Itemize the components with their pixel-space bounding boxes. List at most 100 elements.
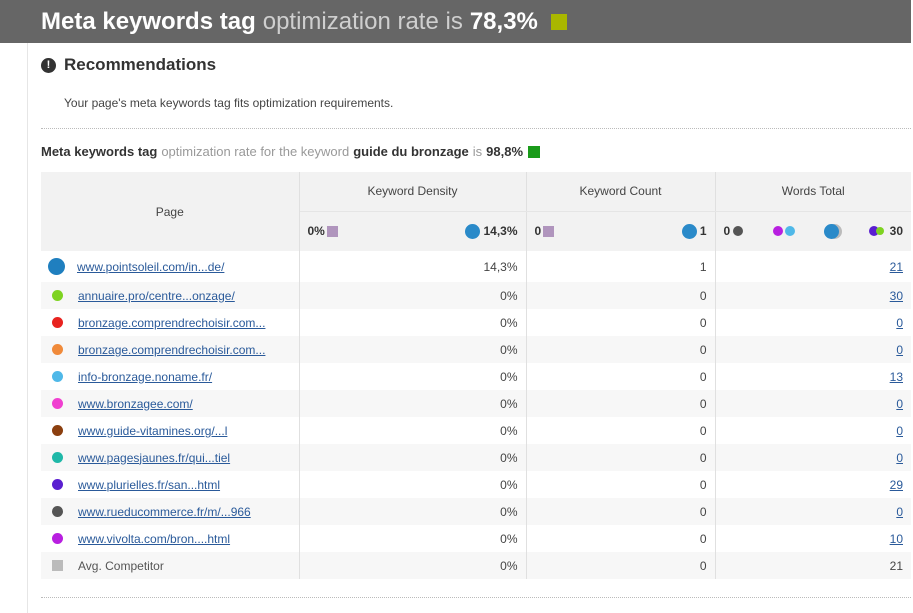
words-cell: 21 xyxy=(715,251,911,282)
table-row: www.pointsoleil.com/in...de/14,3% 1 21 xyxy=(41,251,911,282)
words-total-link[interactable]: 0 xyxy=(896,505,903,519)
words-cell: 0 xyxy=(715,390,911,417)
page-header: Meta keywords tag optimization rate is 7… xyxy=(0,0,911,43)
words-total-link[interactable]: 0 xyxy=(896,397,903,411)
words-total-link[interactable]: 21 xyxy=(890,260,903,274)
series-color-dot xyxy=(52,398,63,409)
col-header-density: Keyword Density xyxy=(299,172,527,212)
words-max: 30 xyxy=(889,224,903,239)
table-row: www.vivolta.com/bron....html 0% 0 10 xyxy=(41,525,911,552)
count-cell: 0 xyxy=(526,336,716,363)
count-cell: 0 xyxy=(526,282,716,309)
page-cell: info-bronzage.noname.fr/ xyxy=(41,363,300,390)
page-cell: bronzage.comprendrechoisir.com... xyxy=(41,309,300,336)
count-cell: 0 xyxy=(526,417,716,444)
page-link[interactable]: www.vivolta.com/bron....html xyxy=(78,532,230,546)
series-color-dot xyxy=(52,317,63,328)
page-link[interactable]: bronzage.comprendrechoisir.com... xyxy=(78,343,265,357)
words-cell: 0 xyxy=(715,417,911,444)
page-link[interactable]: www.pagesjaunes.fr/qui...tiel xyxy=(78,451,230,465)
density-cell: 0% xyxy=(299,498,527,525)
density-cell: 0% xyxy=(299,417,527,444)
series-color-dot xyxy=(52,506,63,517)
density-cell: 0% xyxy=(299,282,527,309)
series-color-dot xyxy=(48,258,65,275)
content-border xyxy=(27,43,28,613)
words-total-link[interactable]: 0 xyxy=(896,451,903,465)
density-cell: 0% xyxy=(299,309,527,336)
count-cell: 0 xyxy=(526,363,716,390)
recommendations-title: Recommendations xyxy=(64,55,217,74)
words-total-link[interactable]: 0 xyxy=(896,424,903,438)
density-min: 0% xyxy=(307,224,325,239)
density-max: 14,3% xyxy=(483,224,518,239)
table-row: www.bronzagee.com/0% 0 0 xyxy=(41,390,911,417)
page-cell: Avg. Competitor xyxy=(41,552,300,579)
page-cell: www.pointsoleil.com/in...de/ xyxy=(41,251,300,282)
count-cell: 0 xyxy=(526,525,716,552)
page-cell: www.rueducommerce.fr/m/...966 xyxy=(41,498,300,525)
density-cell: 0% xyxy=(299,552,527,579)
divider xyxy=(41,128,911,129)
words-total-link[interactable]: 30 xyxy=(890,289,903,303)
series-color-dot xyxy=(52,290,63,301)
header-title: Meta keywords tag xyxy=(41,7,256,35)
words-cell: 0 xyxy=(715,309,911,336)
page-cell: www.vivolta.com/bron....html xyxy=(41,525,300,552)
blue-circle-icon xyxy=(465,223,481,239)
table-row: www.plurielles.fr/san...html 0% 0 29 xyxy=(41,471,911,498)
words-min: 0 xyxy=(723,224,731,239)
page-link[interactable]: annuaire.pro/centre...onzage/ xyxy=(78,289,235,303)
page-link[interactable]: www.bronzagee.com/ xyxy=(78,397,193,411)
page-cell: www.guide-vitamines.org/...l xyxy=(41,417,300,444)
words-total-link[interactable]: 10 xyxy=(890,532,903,546)
page-link[interactable]: info-bronzage.noname.fr/ xyxy=(78,370,212,384)
series-color-dot xyxy=(52,452,63,463)
header-subtitle: optimization rate is xyxy=(262,7,463,35)
table-row: Avg. Competitor 0% 0 21 xyxy=(41,552,911,579)
words-cell: 0 xyxy=(715,336,911,363)
page-cell: bronzage.comprendrechoisir.com... xyxy=(41,336,300,363)
words-cell: 30 xyxy=(715,282,911,309)
words-cell: 21 xyxy=(715,552,911,579)
series-color-dot xyxy=(52,344,63,355)
page-link[interactable]: www.guide-vitamines.org/...l xyxy=(78,424,227,438)
series-color-dot xyxy=(52,371,63,382)
keyword-rate-line: Meta keywords tag optimization rate for … xyxy=(41,144,541,159)
density-cell: 0% xyxy=(299,444,527,471)
page-label: Avg. Competitor xyxy=(78,558,164,573)
gray-dot-icon xyxy=(733,226,744,237)
blue-circle-icon xyxy=(681,223,697,239)
count-min: 0 xyxy=(534,224,542,239)
count-cell: 1 xyxy=(526,251,716,282)
purple-square-icon xyxy=(326,225,338,237)
table-row: info-bronzage.noname.fr/0% 0 13 xyxy=(41,363,911,390)
words-total-link[interactable]: 0 xyxy=(896,343,903,357)
purple-dot-icon xyxy=(772,226,783,237)
count-cell: 0 xyxy=(526,498,716,525)
words-scale: 0 30 xyxy=(715,211,911,251)
series-color-dot xyxy=(52,533,63,544)
table-row: bronzage.comprendrechoisir.com... 0% 0 0 xyxy=(41,309,911,336)
words-cell: 10 xyxy=(715,525,911,552)
page-link[interactable]: www.pointsoleil.com/in...de/ xyxy=(77,260,224,274)
words-cell: 0 xyxy=(715,498,911,525)
words-total-link[interactable]: 0 xyxy=(896,316,903,330)
table-row: www.pagesjaunes.fr/qui...tiel 0% 0 0 xyxy=(41,444,911,471)
density-cell: 0% xyxy=(299,336,527,363)
page-link[interactable]: bronzage.comprendrechoisir.com... xyxy=(78,316,265,330)
keyword-label-is: is xyxy=(472,144,483,159)
avg-color-square xyxy=(52,560,63,571)
page-link[interactable]: www.plurielles.fr/san...html xyxy=(78,478,220,492)
blue-circle-icon xyxy=(824,223,840,239)
count-cell: 0 xyxy=(526,309,716,336)
count-cell: 0 xyxy=(526,552,716,579)
words-total-link[interactable]: 13 xyxy=(890,370,903,384)
page-link[interactable]: www.rueducommerce.fr/m/...966 xyxy=(78,505,251,519)
density-cell: 0% xyxy=(299,390,527,417)
words-total-link[interactable]: 29 xyxy=(890,478,903,492)
words-cell: 29 xyxy=(715,471,911,498)
series-color-dot xyxy=(52,479,63,490)
rate-status-square xyxy=(550,13,567,30)
words-cell: 13 xyxy=(715,363,911,390)
